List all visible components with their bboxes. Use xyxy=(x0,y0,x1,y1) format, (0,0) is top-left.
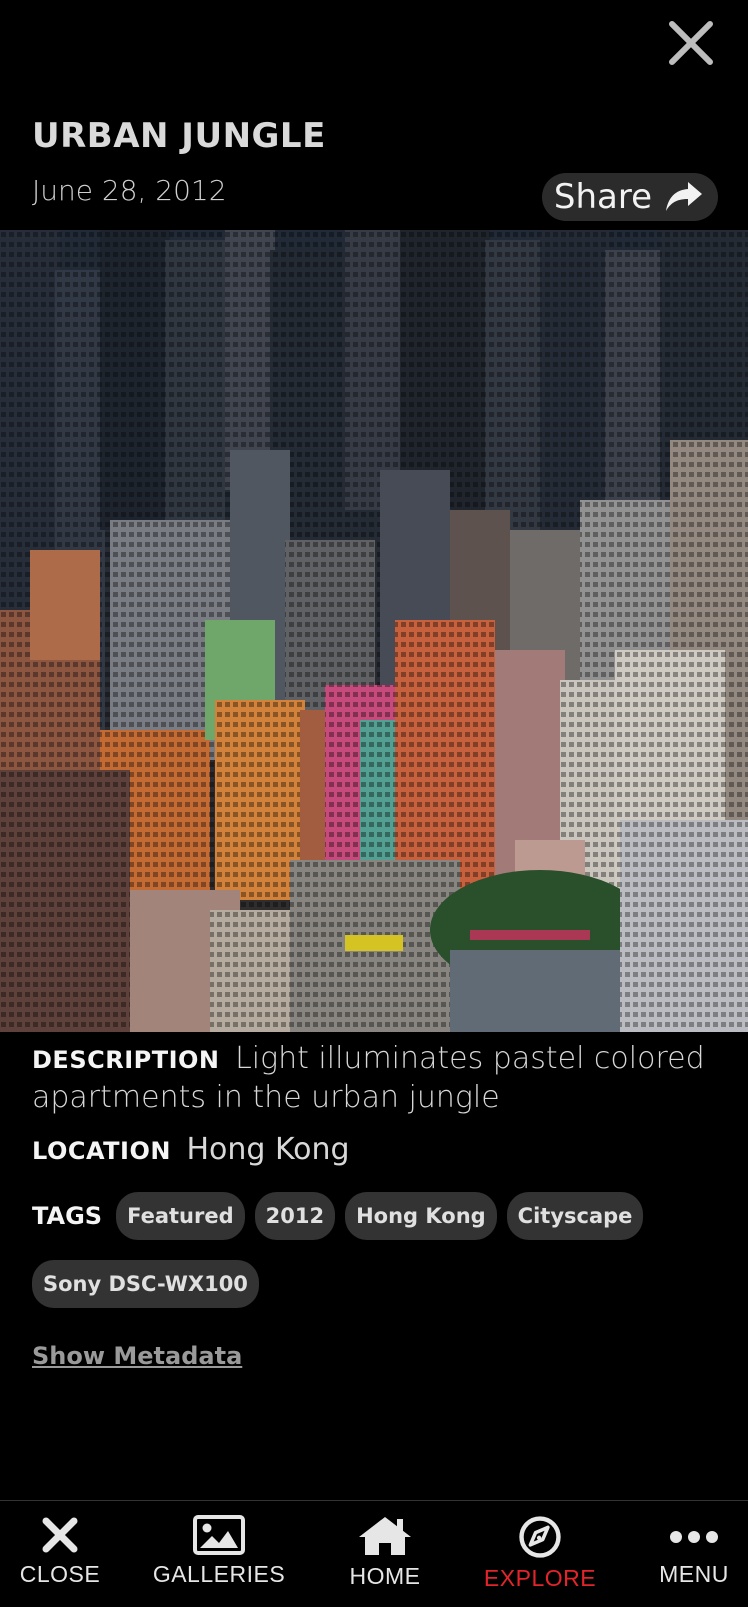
description-label: DESCRIPTION xyxy=(32,1046,220,1074)
photo-details: DESCRIPTION Light illuminates pastel col… xyxy=(32,1040,716,1370)
tag-chip[interactable]: Featured xyxy=(116,1192,245,1240)
image-icon xyxy=(193,1515,245,1555)
home-icon xyxy=(359,1517,411,1555)
nav-menu[interactable]: MENU xyxy=(648,1501,740,1607)
share-label: Share xyxy=(553,177,652,217)
location-text: Hong Kong xyxy=(186,1132,350,1167)
show-metadata-link[interactable]: Show Metadata xyxy=(32,1342,242,1370)
nav-label: HOME xyxy=(349,1563,421,1589)
more-icon xyxy=(670,1531,718,1543)
photo-image[interactable] xyxy=(0,230,748,1032)
description-row: DESCRIPTION Light illuminates pastel col… xyxy=(32,1040,716,1117)
cityscape-photo xyxy=(0,230,748,1032)
photo-detail-page: URBAN JUNGLE June 28, 2012 Share DESCRIP… xyxy=(0,0,748,1607)
location-label: LOCATION xyxy=(32,1137,171,1165)
nav-label: MENU xyxy=(659,1561,729,1587)
share-button[interactable]: Share xyxy=(541,173,718,221)
nav-home[interactable]: HOME xyxy=(335,1501,435,1607)
tag-chip[interactable]: 2012 xyxy=(254,1192,336,1240)
photo-title: URBAN JUNGLE xyxy=(32,116,326,156)
photo-date: June 28, 2012 xyxy=(32,174,227,207)
close-icon xyxy=(42,1517,78,1553)
tags-label: TAGS xyxy=(32,1202,103,1230)
bottom-nav: CLOSE GALLERIES HOME EXPLORE MENU xyxy=(0,1500,748,1607)
nav-label: GALLERIES xyxy=(152,1561,286,1587)
share-arrow-icon xyxy=(666,182,702,211)
nav-close[interactable]: CLOSE xyxy=(10,1501,110,1607)
nav-label: CLOSE xyxy=(19,1561,101,1587)
location-row: LOCATION Hong Kong xyxy=(32,1131,716,1170)
tags-row: TAGS Featured 2012 Hong Kong Cityscape S… xyxy=(32,1192,716,1308)
nav-label: EXPLORE xyxy=(483,1565,597,1591)
tag-chip[interactable]: Cityscape xyxy=(506,1192,644,1240)
compass-icon xyxy=(519,1516,561,1558)
nav-explore[interactable]: EXPLORE xyxy=(478,1501,602,1607)
close-icon[interactable] xyxy=(666,18,716,68)
tag-chip[interactable]: Sony DSC-WX100 xyxy=(32,1260,259,1308)
tag-chip[interactable]: Hong Kong xyxy=(345,1192,497,1240)
nav-galleries[interactable]: GALLERIES xyxy=(148,1501,290,1607)
